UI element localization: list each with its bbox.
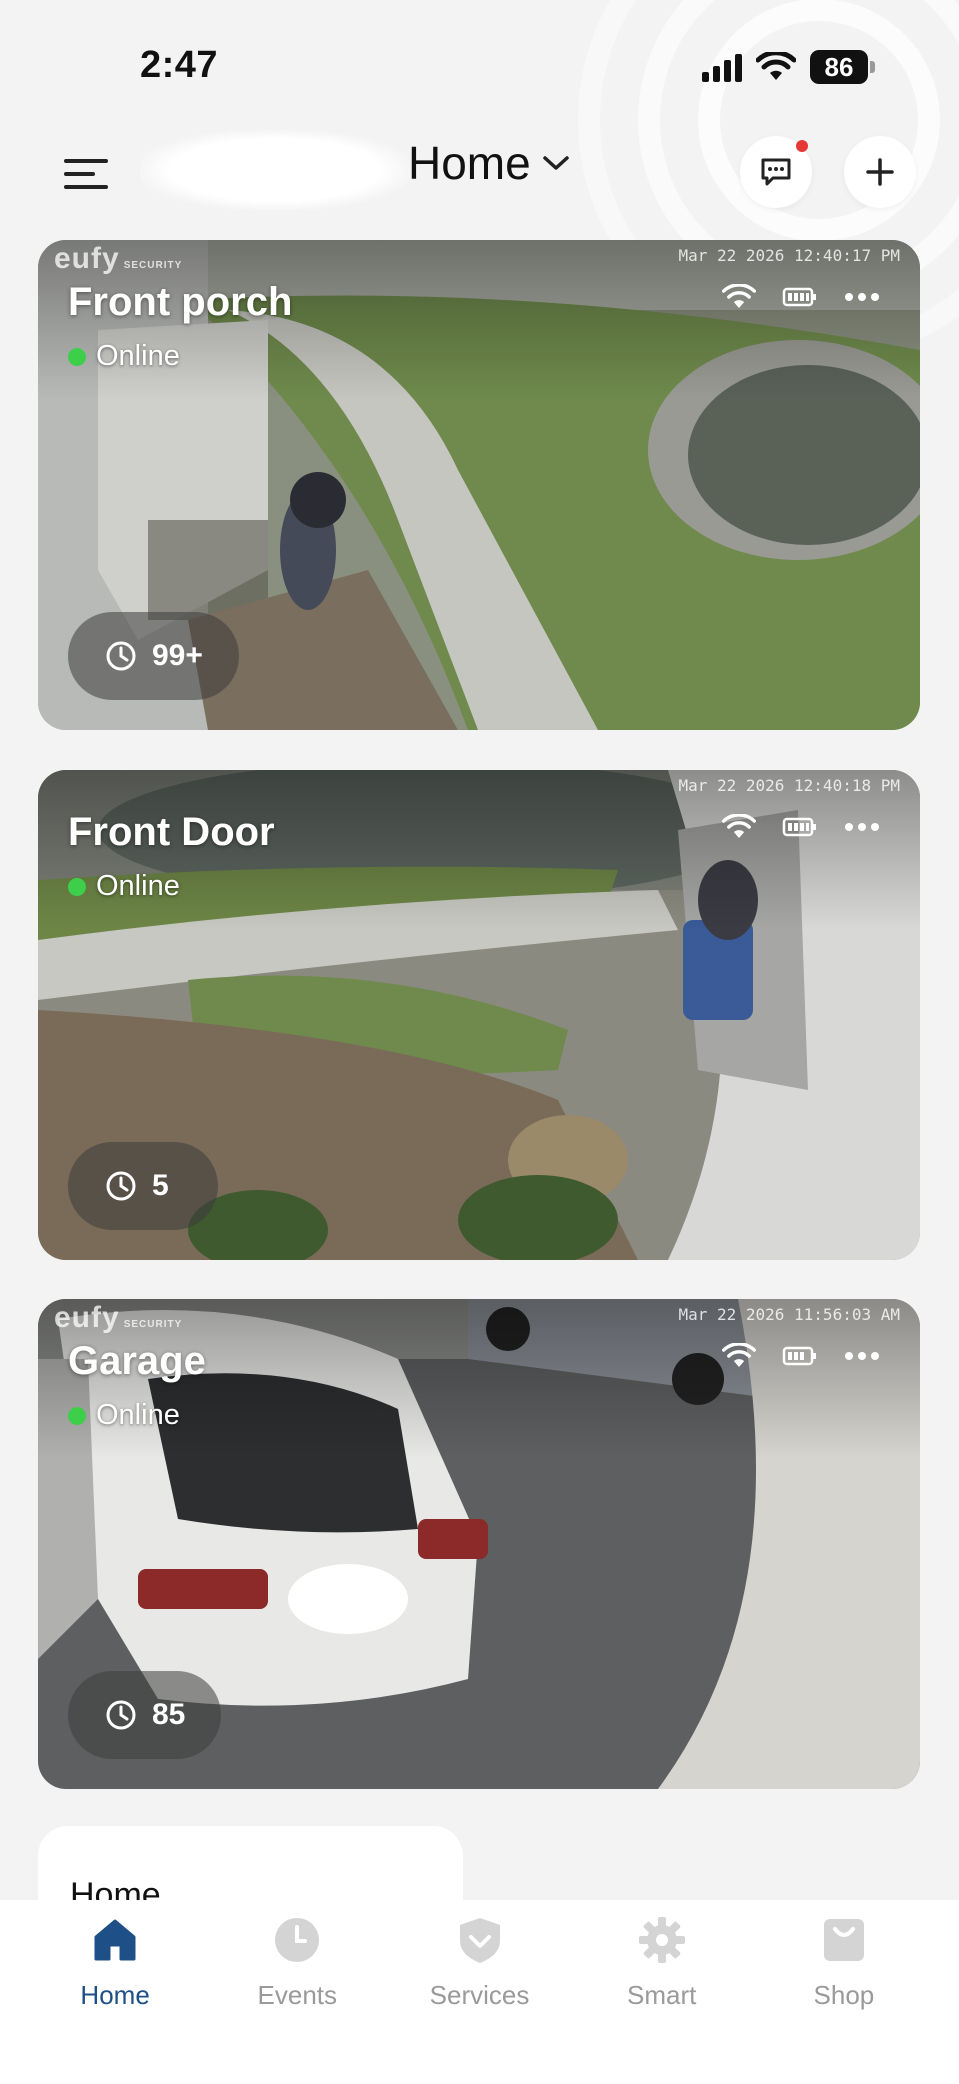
battery-level: 86 [810, 50, 868, 84]
gear-icon [634, 1912, 690, 1968]
camera-status-label: Online [96, 340, 180, 372]
feed-timestamp: Mar 22 2026 11:56:03 AM [678, 1305, 900, 1324]
camera-status: Online [68, 870, 180, 903]
messages-button[interactable] [740, 136, 812, 208]
camera-card-front-door[interactable]: Mar 22 2026 12:40:18 PM Front Door Onlin… [38, 770, 920, 1260]
online-dot [68, 1406, 86, 1425]
wifi-icon [722, 1343, 756, 1368]
nav-label: Shop [813, 1980, 875, 2010]
home-title: Home [408, 137, 531, 189]
menu-button[interactable] [64, 152, 108, 196]
camera-indicators [722, 1343, 880, 1369]
chevron-down-icon [542, 156, 569, 170]
nav-events[interactable]: Events [206, 1912, 388, 2084]
bottom-navigation: Home Events Services Smart Shop [0, 1900, 959, 2084]
clock-icon [269, 1912, 325, 1968]
camera-name: Garage [68, 1339, 206, 1383]
more-options-icon[interactable] [844, 292, 880, 302]
more-options-icon[interactable] [844, 822, 880, 832]
cellular-signal-icon [702, 52, 742, 82]
camera-indicators [722, 814, 880, 840]
nav-services[interactable]: Services [388, 1912, 570, 2084]
nav-label: Smart [627, 1980, 697, 2010]
camera-card-garage[interactable]: eufy SECURITY Mar 22 2026 11:56:03 AM Gar… [38, 1299, 920, 1789]
event-count: 85 [152, 1698, 186, 1731]
plus-icon [866, 158, 894, 186]
nav-smart[interactable]: Smart [571, 1912, 753, 2084]
nav-label: Services [429, 1980, 530, 2010]
notification-dot [796, 140, 808, 152]
camera-status-label: Online [96, 1399, 180, 1431]
battery-icon [782, 1346, 816, 1366]
status-indicators: 86 [702, 50, 875, 84]
wifi-icon [722, 284, 756, 309]
more-options-icon[interactable] [844, 1351, 880, 1361]
history-icon [106, 641, 136, 671]
eufy-watermark: eufy SECURITY [54, 242, 183, 275]
camera-card-front-porch[interactable]: eufy SECURITY Mar 22 2026 12:40:17 PM Fro… [38, 240, 920, 730]
nav-label: Home [80, 1980, 150, 2010]
feed-timestamp: Mar 22 2026 12:40:17 PM [678, 246, 900, 265]
app-header: Home [0, 130, 959, 240]
camera-status: Online [68, 340, 180, 373]
status-bar: 2:47 86 [0, 0, 959, 130]
bag-icon [816, 1912, 872, 1968]
message-icon [761, 158, 791, 186]
status-time: 2:47 [140, 44, 219, 86]
event-history-button[interactable]: 5 [68, 1142, 218, 1230]
nav-label: Events [257, 1980, 338, 2010]
feed-timestamp: Mar 22 2026 12:40:18 PM [678, 776, 900, 795]
home-selector[interactable]: Home [408, 136, 571, 190]
history-icon [106, 1700, 136, 1730]
add-device-button[interactable] [844, 136, 916, 208]
wifi-icon [756, 52, 796, 80]
event-count: 99+ [152, 639, 203, 672]
event-count: 5 [152, 1169, 169, 1202]
nav-shop[interactable]: Shop [753, 1912, 935, 2084]
wifi-icon [722, 814, 756, 839]
battery-icon: 86 [810, 50, 875, 84]
history-icon [106, 1171, 136, 1201]
camera-name: Front Door [68, 810, 275, 854]
home-icon [87, 1912, 143, 1968]
camera-indicators [722, 284, 880, 310]
redacted-name [140, 130, 410, 210]
camera-status-label: Online [96, 870, 180, 902]
battery-icon [782, 817, 816, 837]
event-history-button[interactable]: 99+ [68, 612, 239, 700]
camera-name: Front porch [68, 280, 293, 324]
nav-home[interactable]: Home [24, 1912, 206, 2084]
event-history-button[interactable]: 85 [68, 1671, 222, 1759]
online-dot [68, 347, 86, 366]
battery-icon [782, 287, 816, 307]
eufy-watermark: eufy SECURITY [54, 1301, 183, 1334]
online-dot [68, 877, 86, 896]
shield-icon [452, 1912, 508, 1968]
camera-status: Online [68, 1399, 180, 1432]
